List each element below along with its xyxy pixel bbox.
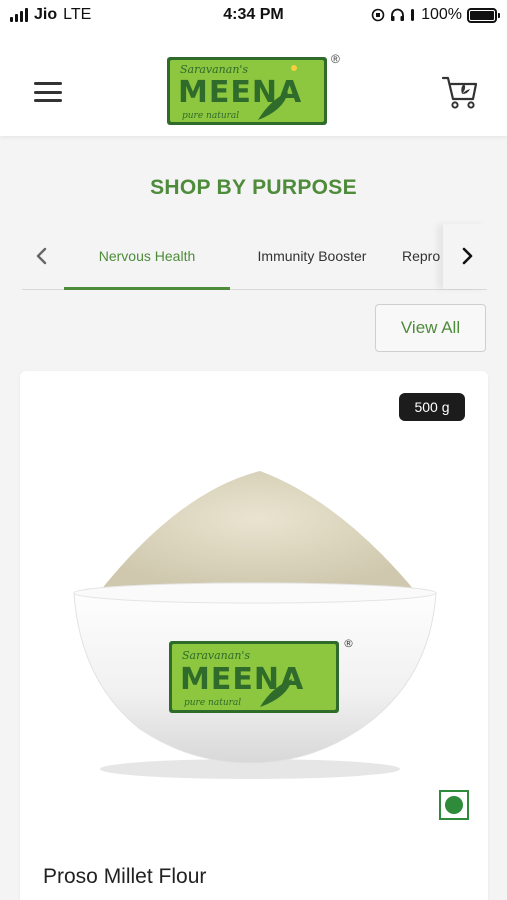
alarm-icon <box>411 9 415 21</box>
status-right: 100% <box>371 6 500 24</box>
product-image[interactable]: Saravanan's MEENA pure natural ® <box>60 461 440 781</box>
chevron-left-icon[interactable] <box>30 244 54 268</box>
bowl-registered-mark: ® <box>343 637 354 650</box>
orientation-lock-icon <box>371 8 385 22</box>
battery-icon <box>467 7 500 23</box>
bowl-logo-brand: MEENA <box>180 662 304 697</box>
bowl-logo-script: Saravanan's <box>182 649 250 662</box>
tab-next-wrap <box>443 224 487 289</box>
headphones-icon <box>391 8 405 21</box>
section-title: SHOP BY PURPOSE <box>150 176 357 199</box>
product-card[interactable]: 500 g Saravanan's MEENA pure natural ® P… <box>20 371 488 900</box>
menu-icon[interactable] <box>34 82 62 102</box>
bowl-logo-tagline: pure natural <box>184 698 241 708</box>
status-bar: Jio LTE 4:34 PM 100% <box>0 0 507 32</box>
tab-repro[interactable]: Repro <box>402 224 446 289</box>
chevron-right-icon[interactable] <box>455 244 479 268</box>
tab-nervous-health[interactable]: Nervous Health <box>64 224 230 289</box>
tab-immunity-booster[interactable]: Immunity Booster <box>240 224 384 289</box>
battery-fill <box>470 10 494 20</box>
logo-tagline: pure natural <box>182 111 239 121</box>
product-name: Proso Millet Flour <box>43 865 207 888</box>
registered-mark: ® <box>331 52 340 66</box>
purpose-tabs: Nervous Health Immunity Booster Repro <box>22 224 487 290</box>
brand-logo[interactable]: Saravanan's MEENA pure natural <box>166 56 328 126</box>
active-tab-indicator <box>64 287 230 290</box>
cart-icon[interactable] <box>440 72 480 112</box>
logo-brand: MEENA <box>178 75 302 110</box>
battery-percent: 100% <box>421 6 462 23</box>
app-header: Saravanan's MEENA pure natural ® <box>0 32 507 136</box>
veg-mark-icon <box>439 790 469 820</box>
view-all-button[interactable]: View All <box>375 304 486 352</box>
weight-badge: 500 g <box>399 393 465 421</box>
